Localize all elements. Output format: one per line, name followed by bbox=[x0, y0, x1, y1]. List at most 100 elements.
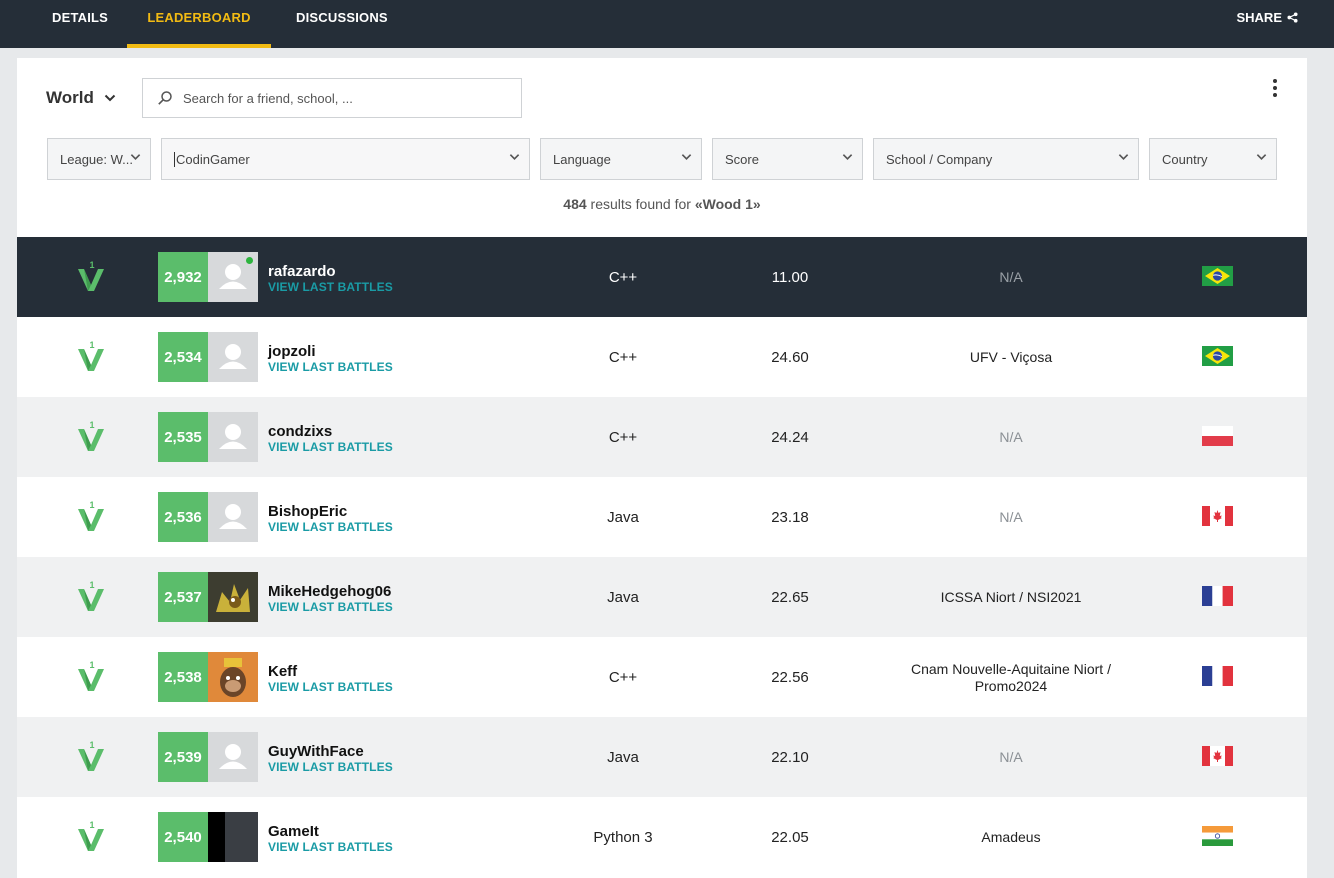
search-icon bbox=[158, 91, 172, 105]
filter-league[interactable]: League: W... bbox=[47, 138, 151, 180]
wood-league-icon: 1 bbox=[78, 500, 104, 531]
player-name[interactable]: GuyWithFace bbox=[268, 743, 364, 760]
chevron-down-icon bbox=[681, 154, 692, 161]
rank-badge: 2,539 bbox=[158, 732, 208, 782]
player-name[interactable]: Keff bbox=[268, 663, 297, 680]
chevron-down-icon bbox=[1118, 154, 1129, 161]
country-flag bbox=[1202, 506, 1233, 526]
player-score: 23.18 bbox=[771, 509, 809, 526]
player-score: 11.00 bbox=[771, 269, 809, 286]
player-score: 22.05 bbox=[771, 829, 809, 846]
filter-score[interactable]: Score bbox=[712, 138, 863, 180]
filter-country[interactable]: Country bbox=[1149, 138, 1277, 180]
wood-league-icon: 1 bbox=[78, 660, 104, 691]
tab-discussions[interactable]: DISCUSSIONS bbox=[296, 0, 388, 48]
default-avatar-icon bbox=[219, 744, 247, 769]
view-last-battles-link[interactable]: VIEW LAST BATTLES bbox=[268, 520, 393, 534]
country-flag bbox=[1202, 746, 1233, 766]
table-row: 1 2,538 Keff VIEW LAST BATTLES C++ 22.56… bbox=[17, 637, 1307, 717]
more-options-icon[interactable] bbox=[1267, 78, 1283, 98]
avatar[interactable] bbox=[208, 332, 258, 382]
player-name[interactable]: BishopEric bbox=[268, 503, 347, 520]
brazil-flag-icon bbox=[1202, 346, 1233, 366]
tab-leaderboard[interactable]: LEADERBOARD bbox=[127, 0, 271, 48]
view-last-battles-link[interactable]: VIEW LAST BATTLES bbox=[268, 440, 393, 454]
chevron-down-icon bbox=[104, 94, 116, 102]
rank-badge: 2,932 bbox=[158, 252, 208, 302]
svg-text:1: 1 bbox=[89, 740, 94, 750]
player-score: 24.24 bbox=[771, 429, 809, 446]
scope-dropdown[interactable]: World bbox=[46, 88, 116, 108]
player-school: N/A bbox=[999, 509, 1023, 525]
rank-badge: 2,535 bbox=[158, 412, 208, 462]
country-flag bbox=[1202, 346, 1233, 366]
results-summary: 484 results found for «Wood 1» bbox=[17, 196, 1307, 212]
view-last-battles-link[interactable]: VIEW LAST BATTLES bbox=[268, 680, 393, 694]
ape-avatar-image bbox=[208, 652, 258, 702]
svg-text:1: 1 bbox=[89, 500, 94, 510]
player-school: ICSSA Niort / NSI2021 bbox=[940, 589, 1082, 605]
player-score: 22.10 bbox=[771, 749, 809, 766]
default-avatar-icon bbox=[219, 344, 247, 369]
rank-badge: 2,536 bbox=[158, 492, 208, 542]
player-school: Amadeus bbox=[981, 829, 1041, 845]
view-last-battles-link[interactable]: VIEW LAST BATTLES bbox=[268, 600, 393, 614]
search-input[interactable] bbox=[183, 90, 503, 106]
india-flag-icon bbox=[1202, 826, 1233, 846]
avatar[interactable] bbox=[208, 652, 258, 702]
avatar[interactable] bbox=[208, 732, 258, 782]
player-name[interactable]: MikeHedgehog06 bbox=[268, 583, 391, 600]
default-avatar-icon bbox=[219, 424, 247, 449]
share-icon bbox=[1287, 12, 1298, 23]
brazil-flag-icon bbox=[1202, 266, 1233, 286]
chevron-down-icon bbox=[1256, 154, 1267, 161]
player-name[interactable]: condzixs bbox=[268, 423, 332, 440]
chevron-down-icon bbox=[842, 154, 853, 161]
tab-details[interactable]: DETAILS bbox=[52, 0, 108, 48]
player-score: 24.60 bbox=[771, 349, 809, 366]
country-flag bbox=[1202, 666, 1233, 686]
share-button[interactable]: SHARE bbox=[1236, 10, 1298, 25]
table-row: 1 2,540 GameIt VIEW LAST BATTLES Python … bbox=[17, 797, 1307, 877]
online-status-dot bbox=[246, 257, 253, 264]
table-row: 1 2,537 MikeHedgehog06 VIEW LAST BATTLES… bbox=[17, 557, 1307, 637]
svg-text:1: 1 bbox=[89, 260, 94, 270]
rank-badge: 2,534 bbox=[158, 332, 208, 382]
avatar[interactable] bbox=[208, 492, 258, 542]
player-school: Cnam Nouvelle-Aquitaine Niort / Promo202… bbox=[911, 661, 1111, 694]
view-last-battles-link[interactable]: VIEW LAST BATTLES bbox=[268, 360, 393, 374]
view-last-battles-link[interactable]: VIEW LAST BATTLES bbox=[268, 760, 393, 774]
top-nav: DETAILS LEADERBOARD DISCUSSIONS SHARE bbox=[0, 0, 1334, 48]
wood-league-icon: 1 bbox=[78, 340, 104, 371]
view-last-battles-link[interactable]: VIEW LAST BATTLES bbox=[268, 280, 393, 294]
search-box[interactable] bbox=[142, 78, 522, 118]
default-avatar-icon bbox=[219, 504, 247, 529]
avatar[interactable] bbox=[208, 812, 258, 862]
filter-language[interactable]: Language bbox=[540, 138, 702, 180]
chevron-down-icon bbox=[509, 154, 520, 161]
france-flag-icon bbox=[1202, 666, 1233, 686]
country-flag bbox=[1202, 826, 1233, 846]
filter-codingamer[interactable]: CodinGamer bbox=[161, 138, 530, 180]
canada-flag-icon bbox=[1202, 506, 1233, 526]
svg-text:1: 1 bbox=[89, 580, 94, 590]
avatar[interactable] bbox=[208, 572, 258, 622]
avatar[interactable] bbox=[208, 412, 258, 462]
filter-country-label: Country bbox=[1162, 151, 1208, 167]
wood-league-icon: 1 bbox=[78, 740, 104, 771]
france-flag-icon bbox=[1202, 586, 1233, 606]
filter-school[interactable]: School / Company bbox=[873, 138, 1139, 180]
results-count: 484 bbox=[563, 196, 587, 212]
player-name[interactable]: jopzoli bbox=[268, 343, 316, 360]
view-last-battles-link[interactable]: VIEW LAST BATTLES bbox=[268, 840, 393, 854]
player-name[interactable]: GameIt bbox=[268, 823, 319, 840]
gameit-avatar-image bbox=[208, 812, 258, 862]
svg-text:1: 1 bbox=[89, 340, 94, 350]
country-flag bbox=[1202, 266, 1233, 286]
player-name[interactable]: rafazardo bbox=[268, 263, 336, 280]
chevron-down-icon bbox=[130, 154, 141, 161]
active-tab-indicator bbox=[127, 44, 271, 48]
table-row: 1 2,932 rafazardo VIEW LAST BATTLES C++ … bbox=[17, 237, 1307, 317]
canada-flag-icon bbox=[1202, 746, 1233, 766]
share-label: SHARE bbox=[1236, 10, 1282, 25]
